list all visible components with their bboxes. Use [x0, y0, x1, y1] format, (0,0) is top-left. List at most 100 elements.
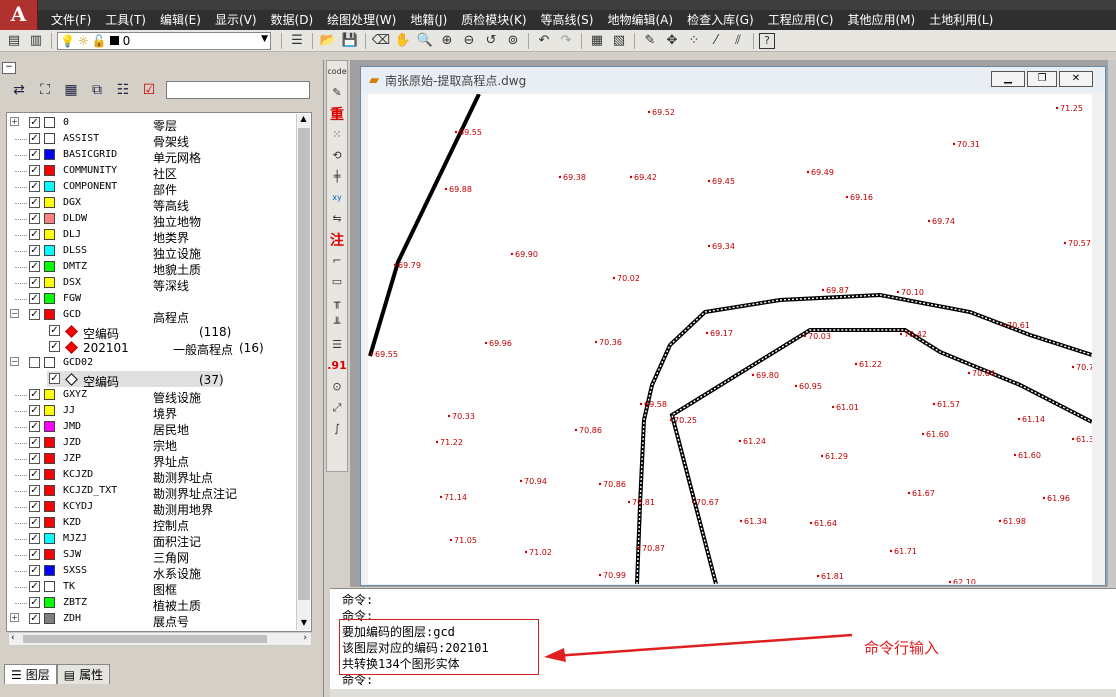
undo-icon[interactable]: ↶ — [534, 32, 554, 50]
layer-visibility-checkbox[interactable]: ✓ — [29, 517, 40, 528]
hscroll-thumb[interactable] — [23, 635, 267, 643]
elevation-point[interactable] — [1042, 496, 1046, 500]
elevation-point[interactable] — [921, 432, 925, 436]
expand-toggle[interactable]: − — [10, 309, 19, 318]
elevation-point[interactable] — [691, 500, 695, 504]
layer-visibility-checkbox[interactable]: ✓ — [29, 405, 40, 416]
layer-color-swatch[interactable] — [44, 565, 55, 576]
elevation-point[interactable] — [1002, 323, 1006, 327]
layer-color-swatch[interactable] — [44, 533, 55, 544]
elevation-point[interactable] — [454, 130, 458, 134]
layer-color-swatch[interactable] — [44, 421, 55, 432]
circle-point-icon[interactable]: ⊙ — [327, 376, 347, 397]
zoom-all-icon[interactable]: ⊚ — [503, 32, 523, 50]
layer-color-swatch[interactable] — [44, 453, 55, 464]
elevation-point[interactable] — [594, 340, 598, 344]
redo-icon[interactable]: ↷ — [556, 32, 576, 50]
elevation-point[interactable] — [393, 263, 397, 267]
layer-color-swatch[interactable] — [44, 165, 55, 176]
zoom-extents-icon[interactable]: ⊖ — [459, 32, 479, 50]
code-visibility-checkbox[interactable]: ✓ — [49, 341, 60, 352]
elevation-point[interactable] — [447, 414, 451, 418]
elevation-point[interactable] — [806, 170, 810, 174]
layer-visibility-checkbox[interactable]: ✓ — [29, 213, 40, 224]
close-button[interactable]: ✕ — [1059, 71, 1093, 87]
layer-visibility-checkbox[interactable]: ✓ — [29, 453, 40, 464]
fence-icon[interactable]: ╥ — [327, 292, 347, 313]
elevation-point[interactable] — [948, 580, 952, 584]
menu-item-4[interactable]: 数据(D) — [264, 10, 321, 30]
elevation-point[interactable] — [484, 341, 488, 345]
elevation-point[interactable] — [854, 362, 858, 366]
layer-color-swatch[interactable] — [44, 117, 55, 128]
height-icon[interactable]: ╪ — [327, 166, 347, 187]
elevation-point[interactable] — [637, 546, 641, 550]
minimize-button[interactable]: ▁ — [991, 71, 1025, 87]
elevation-point[interactable] — [647, 110, 651, 114]
elevation-point[interactable] — [1017, 417, 1021, 421]
zoom-window-icon[interactable]: ⊕ — [437, 32, 457, 50]
line-break-icon[interactable]: ⁄ — [706, 32, 726, 50]
elevation-point[interactable] — [574, 428, 578, 432]
menu-item-6[interactable]: 地籍(J) — [403, 10, 454, 30]
layer-visibility-checkbox[interactable]: ✓ — [29, 533, 40, 544]
layer-visibility-checkbox[interactable]: ✓ — [29, 197, 40, 208]
save-icon[interactable]: 💾 — [340, 32, 360, 50]
elevation-point[interactable] — [612, 276, 616, 280]
stair-icon[interactable]: ☰ — [327, 334, 347, 355]
elevation-point[interactable] — [932, 402, 936, 406]
layer-color-swatch[interactable] — [44, 309, 55, 320]
layer-visibility-checkbox[interactable]: ✓ — [29, 309, 40, 320]
point-value-icon[interactable]: .91 — [327, 355, 347, 376]
elevation-point[interactable] — [1013, 453, 1017, 457]
pan-icon[interactable]: ✋ — [393, 32, 413, 50]
menu-item-13[interactable]: 土地利用(L) — [922, 10, 1000, 30]
code-visibility-checkbox[interactable]: ✓ — [49, 373, 60, 384]
snap-icon[interactable]: ⁘ — [684, 32, 704, 50]
menu-item-1[interactable]: 工具(T) — [98, 10, 153, 30]
elevation-point[interactable] — [751, 373, 755, 377]
elevation-point[interactable] — [435, 440, 439, 444]
layer-color-swatch[interactable] — [44, 245, 55, 256]
scroll-left-arrow[interactable]: ‹ — [11, 633, 15, 643]
layer-manager-icon[interactable]: ▤ — [4, 32, 24, 50]
elevation-point[interactable] — [927, 219, 931, 223]
zoom-previous-icon[interactable]: ↺ — [481, 32, 501, 50]
layer-color-swatch[interactable] — [44, 277, 55, 288]
scroll-right-arrow[interactable]: › — [303, 633, 307, 643]
elevation-point[interactable] — [519, 479, 523, 483]
step-icon[interactable]: ⌐ — [327, 250, 347, 271]
layer-visibility-checkbox[interactable]: ✓ — [29, 613, 40, 624]
tree-horizontal-scrollbar[interactable]: ‹ › — [8, 632, 312, 646]
elevation-point[interactable] — [707, 179, 711, 183]
menu-item-7[interactable]: 质检模块(K) — [454, 10, 533, 30]
elevation-point[interactable] — [896, 290, 900, 294]
menu-item-10[interactable]: 检查入库(G) — [680, 10, 761, 30]
layer-color-swatch[interactable] — [44, 389, 55, 400]
layer-visibility-checkbox[interactable]: ✓ — [29, 229, 40, 240]
menu-item-2[interactable]: 编辑(E) — [153, 10, 208, 30]
elevation-point[interactable] — [899, 332, 903, 336]
drawing-canvas[interactable]: 69.52 71.25 69.55 70.31 69.38 69.42 69.45 69.49… — [368, 94, 1092, 584]
measure-icon[interactable]: ⇋ — [327, 208, 347, 229]
tab-properties[interactable]: ▤ 属性 — [56, 664, 111, 684]
move-icon[interactable]: ✥ — [662, 32, 682, 50]
scroll-thumb[interactable] — [298, 128, 310, 600]
layer-color-swatch[interactable] — [44, 437, 55, 448]
layer-copy-icon[interactable]: ⧉ — [86, 80, 108, 100]
pencil-icon[interactable]: ✎ — [640, 32, 660, 50]
layer-refresh-icon[interactable]: ⇄ — [8, 80, 30, 100]
menu-item-8[interactable]: 等高线(S) — [534, 10, 601, 30]
elevation-point[interactable] — [598, 573, 602, 577]
expand-toggle[interactable]: + — [10, 117, 19, 126]
layer-filter-icon[interactable]: ⛶ — [34, 80, 56, 100]
layer-visibility-checkbox[interactable]: ✓ — [29, 165, 40, 176]
elevation-point[interactable] — [820, 454, 824, 458]
elevation-point[interactable] — [816, 574, 820, 578]
open-icon[interactable]: 📂 — [318, 32, 338, 50]
elevation-point[interactable] — [598, 482, 602, 486]
elevation-point[interactable] — [889, 549, 893, 553]
menu-item-3[interactable]: 显示(V) — [208, 10, 264, 30]
elevation-point[interactable] — [707, 244, 711, 248]
elevation-point[interactable] — [669, 418, 673, 422]
